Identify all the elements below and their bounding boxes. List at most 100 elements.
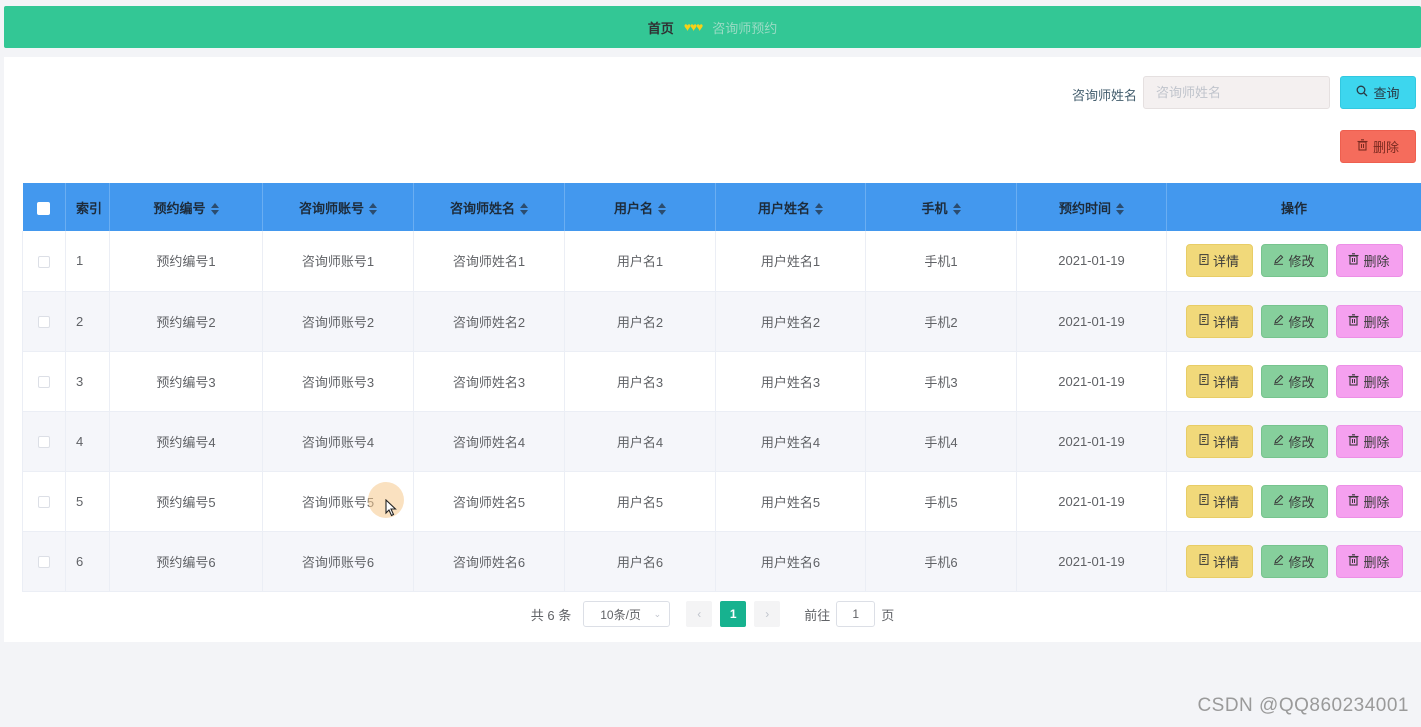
breadcrumb-home[interactable]: 首页 bbox=[648, 18, 674, 37]
row-delete-button[interactable]: 删除 bbox=[1335, 244, 1403, 278]
pencil-icon bbox=[1273, 374, 1284, 388]
sort-icon[interactable] bbox=[520, 203, 528, 216]
document-icon bbox=[1199, 494, 1209, 508]
trash-icon bbox=[1357, 139, 1368, 154]
cell-username: 用户名5 bbox=[564, 471, 716, 532]
row-select-cell[interactable] bbox=[22, 471, 66, 532]
page-size-select[interactable]: 10条/页 ⌄ bbox=[583, 601, 671, 627]
select-all-checkbox[interactable] bbox=[37, 201, 51, 215]
detail-button[interactable]: 详情 bbox=[1185, 484, 1253, 518]
detail-label: 详情 bbox=[1212, 554, 1239, 570]
cell-appointment-time: 2021-01-19 bbox=[1016, 351, 1167, 412]
row-select-cell[interactable] bbox=[22, 231, 66, 292]
counselor-name-search-input[interactable] bbox=[1143, 76, 1330, 109]
cell-phone: 手机1 bbox=[865, 231, 1017, 292]
row-checkbox[interactable] bbox=[38, 496, 50, 509]
cell-counselor-account: 咨询师账号3 bbox=[262, 351, 414, 412]
header-user-fullname[interactable]: 用户姓名 bbox=[715, 183, 866, 231]
row-select-cell[interactable] bbox=[22, 411, 66, 472]
page-number-current[interactable]: 1 bbox=[720, 601, 747, 627]
cell-actions: 详情 修改 删除 bbox=[1166, 291, 1421, 352]
cell-counselor-name: 咨询师姓名2 bbox=[413, 291, 565, 352]
cell-counselor-name: 咨询师姓名1 bbox=[413, 231, 565, 292]
row-delete-button[interactable]: 删除 bbox=[1335, 424, 1403, 458]
row-delete-button[interactable]: 删除 bbox=[1335, 304, 1403, 338]
cell-user-fullname: 用户姓名4 bbox=[715, 411, 866, 472]
row-delete-button[interactable]: 删除 bbox=[1335, 544, 1403, 578]
select-all-header[interactable] bbox=[22, 183, 66, 231]
detail-label: 详情 bbox=[1212, 314, 1239, 330]
header-appointment-time[interactable]: 预约时间 bbox=[1016, 183, 1167, 231]
query-button[interactable]: 查询 bbox=[1340, 76, 1416, 109]
trash-icon bbox=[1348, 253, 1359, 268]
cell-user-fullname: 用户姓名6 bbox=[715, 531, 866, 592]
row-checkbox[interactable] bbox=[38, 316, 50, 329]
edit-button[interactable]: 修改 bbox=[1260, 244, 1328, 278]
detail-button[interactable]: 详情 bbox=[1185, 424, 1253, 458]
cell-row-index: 4 bbox=[65, 411, 110, 472]
sort-icon[interactable] bbox=[658, 203, 666, 216]
edit-label: 修改 bbox=[1288, 554, 1315, 570]
sort-icon[interactable] bbox=[815, 203, 823, 216]
trash-icon bbox=[1348, 553, 1359, 569]
detail-button[interactable]: 详情 bbox=[1185, 364, 1253, 398]
batch-delete-button[interactable]: 删除 bbox=[1340, 130, 1416, 163]
row-checkbox[interactable] bbox=[38, 255, 50, 268]
row-checkbox[interactable] bbox=[38, 376, 50, 389]
cell-appointment-no: 预约编号2 bbox=[109, 291, 263, 352]
detail-button[interactable]: 详情 bbox=[1185, 244, 1253, 278]
appointment-table: 索引 预约编号 咨询师账号 咨询师姓名 用户名 用户姓名 手机 预约时间 操作 … bbox=[22, 183, 1421, 592]
watermark: CSDN @QQ860234001 bbox=[1197, 695, 1409, 716]
header-label: 咨询师姓名 bbox=[449, 200, 515, 216]
cell-actions: 详情 修改 删除 bbox=[1166, 471, 1421, 532]
sort-icon[interactable] bbox=[952, 203, 961, 216]
cell-row-index: 6 bbox=[65, 531, 110, 592]
cell-appointment-no: 预约编号4 bbox=[109, 411, 263, 472]
cell-counselor-account: 咨询师账号2 bbox=[262, 291, 414, 352]
header-counselor-name[interactable]: 咨询师姓名 bbox=[413, 183, 565, 231]
main-panel: 咨询师姓名 查询 删除 索引 预约编号 咨询师账号 咨询师姓名 用户名 用户姓名… bbox=[4, 57, 1421, 642]
row-select-cell[interactable] bbox=[22, 291, 66, 352]
pencil-icon bbox=[1273, 314, 1284, 328]
header-appointment-no[interactable]: 预约编号 bbox=[109, 183, 263, 231]
cell-counselor-account: 咨询师账号6 bbox=[262, 531, 414, 592]
row-delete-button[interactable]: 删除 bbox=[1335, 484, 1403, 518]
prev-page-button[interactable]: ‹ bbox=[686, 601, 713, 627]
goto-page-input[interactable] bbox=[836, 601, 876, 627]
heart-separator-icon: ♥♥♥ bbox=[683, 20, 703, 34]
edit-button[interactable]: 修改 bbox=[1260, 304, 1328, 338]
edit-label: 修改 bbox=[1288, 434, 1315, 450]
chevron-down-icon: ⌄ bbox=[653, 608, 662, 619]
header-label: 咨询师账号 bbox=[298, 200, 364, 216]
detail-button[interactable]: 详情 bbox=[1185, 304, 1253, 338]
cell-phone: 手机6 bbox=[865, 531, 1017, 592]
next-page-button[interactable]: › bbox=[754, 601, 781, 627]
cell-appointment-no: 预约编号6 bbox=[109, 531, 263, 592]
edit-label: 修改 bbox=[1288, 314, 1315, 330]
row-checkbox[interactable] bbox=[38, 436, 50, 449]
edit-button[interactable]: 修改 bbox=[1260, 424, 1328, 458]
detail-label: 详情 bbox=[1212, 254, 1239, 270]
row-delete-button[interactable]: 删除 bbox=[1335, 364, 1403, 398]
edit-button[interactable]: 修改 bbox=[1260, 544, 1328, 578]
sort-icon[interactable] bbox=[369, 203, 377, 216]
cell-phone: 手机3 bbox=[865, 351, 1017, 412]
edit-button[interactable]: 修改 bbox=[1260, 484, 1328, 518]
goto-page: 前往 页 bbox=[804, 601, 894, 627]
cell-actions: 详情 修改 删除 bbox=[1166, 531, 1421, 592]
row-checkbox[interactable] bbox=[38, 556, 50, 569]
sort-icon[interactable] bbox=[210, 203, 219, 216]
chevron-left-icon: ‹ bbox=[697, 607, 702, 621]
header-phone[interactable]: 手机 bbox=[865, 183, 1017, 231]
row-delete-label: 删除 bbox=[1363, 374, 1390, 390]
header-counselor-account[interactable]: 咨询师账号 bbox=[262, 183, 414, 231]
cell-counselor-account: 咨询师账号4 bbox=[262, 411, 414, 472]
sort-icon[interactable] bbox=[1116, 203, 1124, 216]
row-select-cell[interactable] bbox=[22, 531, 66, 592]
detail-button[interactable]: 详情 bbox=[1185, 544, 1253, 578]
pencil-icon bbox=[1273, 554, 1284, 568]
row-select-cell[interactable] bbox=[22, 351, 66, 412]
header-username[interactable]: 用户名 bbox=[564, 183, 716, 231]
header-actions: 操作 bbox=[1166, 183, 1421, 231]
edit-button[interactable]: 修改 bbox=[1260, 364, 1328, 398]
